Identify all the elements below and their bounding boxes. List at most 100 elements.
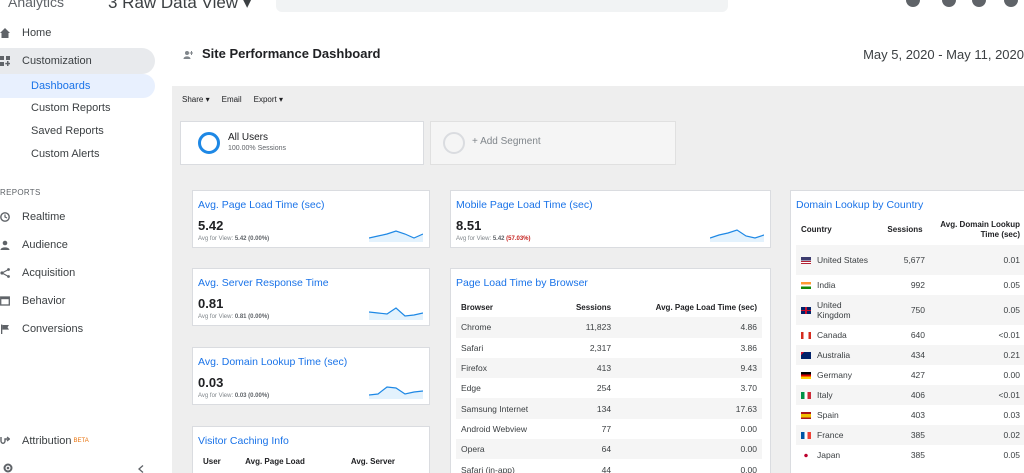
email-button[interactable]: Email [222, 95, 242, 104]
cell-sessions: 5,677 [882, 245, 930, 275]
table-row[interactable]: France 385 0.02 [796, 425, 1024, 445]
nav-behavior[interactable]: Behavior [0, 288, 65, 314]
collapse-chevron-icon[interactable] [137, 465, 145, 473]
table-row[interactable]: Opera 64 0.00 [456, 439, 762, 460]
table-row[interactable]: Canada 640 <0.01 [796, 325, 1024, 345]
table-row[interactable]: Spain 403 0.03 [796, 405, 1024, 425]
add-person-icon[interactable] [183, 50, 193, 60]
nav-conversions[interactable]: Conversions [0, 316, 83, 342]
table-row[interactable]: Android Webview 77 0.00 [456, 419, 762, 439]
export-button[interactable]: Export ▾ [254, 95, 283, 104]
help-icon[interactable] [972, 0, 986, 7]
widget-title[interactable]: Avg. Page Load Time (sec) [198, 199, 324, 211]
column-header[interactable]: Browser [456, 297, 557, 317]
cell-sessions: 427 [910, 370, 925, 380]
table-row[interactable]: Samsung Internet 134 17.63 [456, 398, 762, 419]
widget-country-table: Domain Lookup by Country Country Session… [790, 190, 1024, 473]
column-header[interactable]: Avg. Page Load Time (sec) [616, 297, 762, 317]
widget-sub-prefix: Avg for View: [198, 236, 234, 242]
cell-sessions: 640 [910, 330, 925, 340]
cell-lookup-time: <0.01 [930, 385, 1024, 405]
cell-lookup-time: 0.01 [930, 245, 1024, 275]
settings-gear-icon[interactable] [3, 463, 13, 473]
widget-title[interactable]: Domain Lookup by Country [796, 199, 923, 211]
table-row[interactable]: Australia 434 0.21 [796, 345, 1024, 365]
nav-acquisition-label: Acquisition [22, 267, 76, 279]
table-row[interactable]: Safari 2,317 3.86 [456, 338, 762, 358]
nav-audience[interactable]: Audience [0, 232, 68, 258]
column-header[interactable]: Avg. Domain Lookup Time (sec) [930, 214, 1024, 245]
apps-icon[interactable] [942, 0, 956, 7]
widget-sub-value: 5.42 [492, 236, 505, 242]
cell-sessions: 385 [882, 425, 930, 445]
table-row[interactable]: Germany 427 0.00 [796, 365, 1024, 385]
nav-conversions-label: Conversions [22, 323, 84, 335]
cell-sessions: 64 [556, 439, 617, 460]
nav-dashboards[interactable]: Dashboards [0, 74, 155, 98]
nav-custom-alerts[interactable]: Custom Alerts [0, 143, 99, 165]
cell-lookup-time: 0.00 [1003, 370, 1020, 380]
cell-country: Japan [817, 450, 841, 461]
jp-flag-icon [801, 451, 811, 459]
cell-load-time: 0.00 [616, 439, 762, 460]
notifications-icon[interactable] [906, 0, 920, 7]
nav-saved-reports[interactable]: Saved Reports [0, 120, 104, 142]
nav-attribution[interactable]: Attribution BETA [0, 428, 89, 454]
table-row[interactable]: India 992 0.05 [796, 275, 1024, 295]
widget-title[interactable]: Avg. Server Response Time [198, 277, 329, 289]
widget-title[interactable]: Page Load Time by Browser [456, 277, 588, 289]
cell-sessions: 44 [601, 464, 612, 473]
column-header[interactable]: Country [796, 214, 882, 245]
cell-sessions: 385 [910, 450, 925, 460]
nav-realtime[interactable]: Realtime [0, 204, 65, 230]
fr-flag-icon [801, 431, 811, 439]
cell-sessions: 77 [601, 423, 612, 434]
table-row[interactable]: Japan 385 0.05 [796, 445, 1024, 465]
table-row[interactable]: Italy 406 <0.01 [796, 385, 1024, 405]
widget-title[interactable]: Visitor Caching Info [198, 435, 289, 447]
cell-lookup-time: 0.21 [930, 345, 1024, 365]
table-row[interactable]: Safari (in-app) 44 0.00 [456, 459, 762, 473]
column-header[interactable]: Sessions [882, 214, 930, 245]
table-row[interactable]: United States 5,677 0.01 [796, 245, 1024, 275]
cell-sessions: 406 [882, 385, 930, 405]
nav-customization[interactable]: Customization [0, 48, 155, 74]
sparkline-chart [710, 229, 764, 242]
search-input[interactable] [276, 0, 728, 12]
nav-custom-reports[interactable]: Custom Reports [0, 97, 110, 119]
date-range-picker[interactable]: May 5, 2020 - May 11, 2020 [863, 47, 1024, 62]
us-flag-icon [801, 256, 811, 264]
share-button[interactable]: Share ▾ [182, 95, 210, 104]
nav-customization-label: Customization [22, 55, 92, 67]
widget-title[interactable]: Mobile Page Load Time (sec) [456, 199, 593, 211]
export-label: Export [253, 95, 277, 104]
column-header[interactable]: User [198, 457, 240, 466]
cell-browser: Opera [456, 439, 557, 460]
column-header[interactable]: Avg. Server [346, 457, 428, 466]
widget-sub-prefix: Avg for View: [456, 236, 492, 242]
customization-icon [0, 56, 10, 66]
widget-domain-lookup: Avg. Domain Lookup Time (sec) 0.03 Avg f… [192, 347, 430, 405]
nav-home[interactable]: Home [0, 20, 51, 46]
table-row[interactable]: United Kingdom 750 0.05 [796, 295, 1024, 325]
nav-acquisition[interactable]: Acquisition [0, 260, 75, 286]
cell-load-time: 0.00 [740, 423, 757, 434]
widget-sub-value: 0.81 (0.00%) [234, 314, 270, 320]
share-label: Share [182, 95, 204, 104]
widget-value: 0.03 [198, 375, 224, 390]
table-row[interactable]: Edge 254 3.70 [456, 378, 762, 398]
widget-value: 0.81 [198, 296, 224, 311]
table-row[interactable]: Firefox 413 9.43 [456, 357, 762, 379]
es-flag-icon [801, 411, 811, 419]
column-header[interactable]: Avg. Page Load [240, 457, 346, 466]
view-selector[interactable]: 3 Raw Data View ▾ [108, 0, 251, 13]
widget-sub-value: 0.03 (0.00%) [234, 393, 270, 399]
segment-all-users[interactable]: All Users 100.00% Sessions [180, 121, 424, 165]
add-segment-button[interactable]: + Add Segment [430, 121, 676, 165]
table-row[interactable]: Chrome 11,823 4.86 [456, 317, 762, 338]
settings-icon[interactable] [1004, 0, 1018, 7]
column-header[interactable]: Sessions [557, 297, 616, 317]
nav-dashboards-label: Dashboards [31, 80, 91, 92]
widget-title[interactable]: Avg. Domain Lookup Time (sec) [198, 356, 347, 368]
sparkline-chart [369, 307, 423, 320]
